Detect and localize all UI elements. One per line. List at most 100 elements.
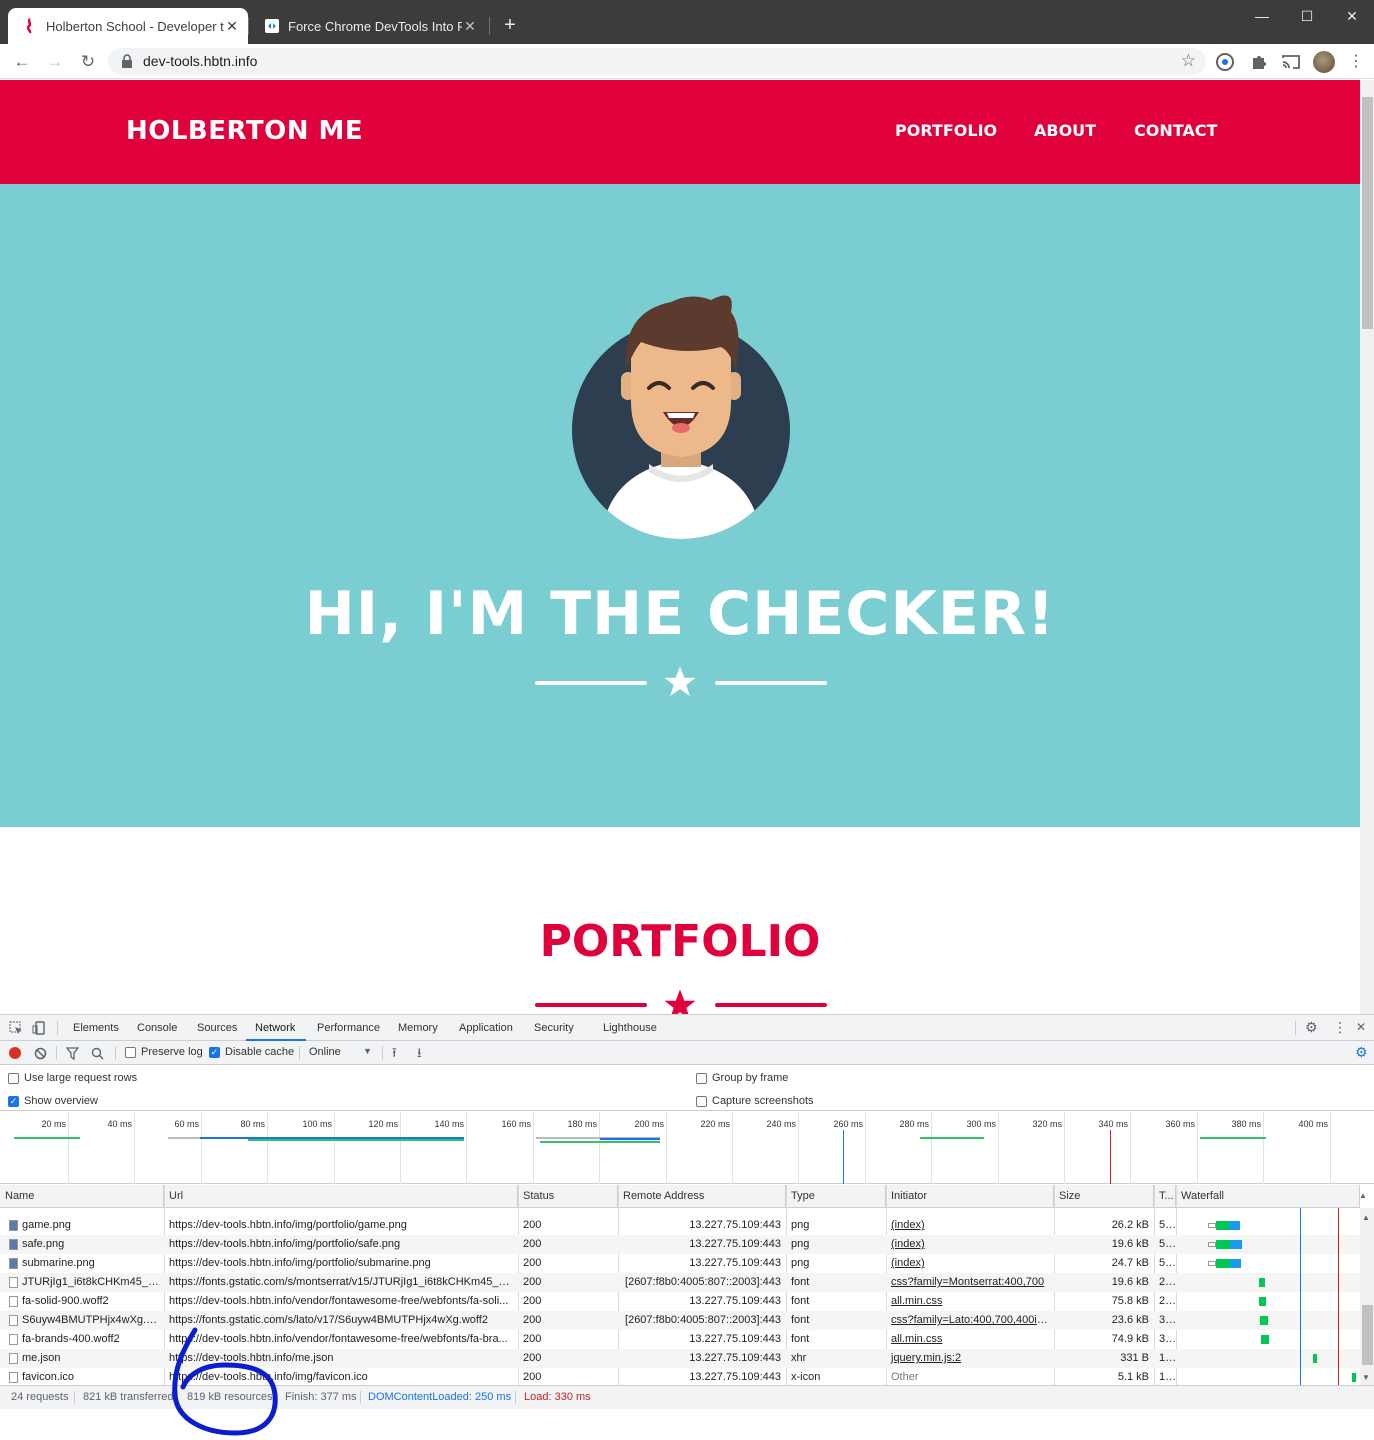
table-row[interactable]: safe.png https://dev-tools.hbtn.info/img/… bbox=[0, 1235, 1360, 1254]
search-icon[interactable] bbox=[91, 1047, 104, 1060]
inspect-element-icon[interactable] bbox=[9, 1021, 23, 1035]
column-header-waterfall[interactable]: Waterfall bbox=[1176, 1185, 1360, 1208]
table-row[interactable]: game.png https://dev-tools.hbtn.info/img/… bbox=[0, 1216, 1360, 1235]
tab-title: Force Chrome DevTools Into Print Mode bbox=[288, 18, 462, 34]
tab-memory[interactable]: Memory bbox=[398, 1022, 438, 1034]
settings-gear-icon[interactable]: ⚙ bbox=[1305, 1019, 1318, 1036]
capture-screenshots-checkbox[interactable]: Capture screenshots bbox=[696, 1095, 814, 1107]
column-header-url[interactable]: Url bbox=[164, 1185, 518, 1208]
close-window-button[interactable]: ✕ bbox=[1330, 4, 1374, 28]
sort-ascending-icon[interactable]: ▲ bbox=[1359, 1191, 1367, 1200]
column-header-name[interactable]: Name bbox=[0, 1185, 164, 1208]
cell-initiator[interactable]: all.min.css bbox=[886, 1330, 1054, 1349]
puzzle-extensions-icon[interactable] bbox=[1249, 52, 1269, 72]
cell-remote: 13.227.75.109:443 bbox=[689, 1238, 781, 1250]
table-row[interactable]: S6uyw4BMUTPHjx4wXg.wo... https://fonts.gs… bbox=[0, 1311, 1360, 1330]
forward-icon[interactable]: → bbox=[43, 50, 67, 74]
network-settings-icon[interactable]: ⚙ bbox=[1355, 1044, 1368, 1061]
overview-gridline bbox=[533, 1112, 534, 1184]
cell-initiator[interactable]: (index) bbox=[886, 1254, 1054, 1273]
group-by-frame-checkbox[interactable]: Group by frame bbox=[696, 1072, 788, 1084]
profile-avatar[interactable] bbox=[1313, 51, 1335, 73]
large-rows-checkbox[interactable]: Use large request rows bbox=[8, 1072, 137, 1084]
checkbox-box[interactable] bbox=[696, 1095, 707, 1107]
column-header-size[interactable]: Size bbox=[1054, 1185, 1154, 1208]
address-bar[interactable]: dev-tools.hbtn.info ☆ bbox=[108, 48, 1206, 75]
chevron-down-icon[interactable]: ▼ bbox=[363, 1046, 372, 1056]
waterfall-queue bbox=[1208, 1261, 1216, 1266]
tab-sources[interactable]: Sources bbox=[197, 1022, 237, 1034]
tab-application[interactable]: Application bbox=[459, 1022, 513, 1034]
tab-holberton[interactable]: Holberton School - Developer tools ✕ bbox=[8, 8, 248, 44]
filter-icon[interactable] bbox=[66, 1047, 79, 1060]
table-row[interactable]: fa-brands-400.woff2 https://dev-tools.hbt… bbox=[0, 1330, 1360, 1349]
tab-lighthouse[interactable]: Lighthouse bbox=[603, 1022, 657, 1034]
table-row[interactable]: submarine.png https://dev-tools.hbtn.info… bbox=[0, 1254, 1360, 1273]
import-har-icon[interactable]: ⭱ bbox=[392, 1044, 397, 1066]
column-header-time[interactable]: T... bbox=[1154, 1185, 1176, 1208]
scroll-up-arrow-icon[interactable]: ▲ bbox=[1362, 1213, 1370, 1222]
clear-icon[interactable] bbox=[34, 1047, 47, 1060]
checkbox-box[interactable] bbox=[8, 1072, 19, 1084]
tab-network[interactable]: Network bbox=[255, 1022, 295, 1034]
column-header-remote[interactable]: Remote Address bbox=[618, 1185, 786, 1208]
scroll-down-arrow-icon[interactable]: ▼ bbox=[1362, 1373, 1370, 1382]
record-icon[interactable] bbox=[9, 1047, 21, 1059]
nav-portfolio[interactable]: PORTFOLIO bbox=[895, 121, 997, 140]
dom-content-loaded-line bbox=[1300, 1208, 1301, 1385]
device-toolbar-icon[interactable] bbox=[32, 1021, 46, 1035]
preserve-log-checkbox[interactable]: Preserve log bbox=[125, 1046, 203, 1058]
close-tab-icon[interactable]: ✕ bbox=[462, 18, 478, 35]
tab-elements[interactable]: Elements bbox=[73, 1022, 119, 1034]
new-tab-button[interactable]: + bbox=[499, 14, 521, 36]
column-header-type[interactable]: Type bbox=[786, 1185, 886, 1208]
cell-initiator[interactable]: jquery.min.js:2 bbox=[886, 1349, 1054, 1368]
checkbox-box-checked[interactable]: ✓ bbox=[8, 1095, 19, 1107]
page-scrollbar-thumb[interactable] bbox=[1362, 97, 1373, 329]
cell-initiator[interactable]: css?family=Montserrat:400,700 bbox=[886, 1273, 1054, 1292]
back-icon[interactable]: ← bbox=[10, 50, 34, 74]
cell-initiator[interactable]: css?family=Lato:400,700,400ital... bbox=[886, 1311, 1054, 1330]
export-har-icon[interactable]: ⭳ bbox=[417, 1044, 422, 1066]
tab-performance[interactable]: Performance bbox=[317, 1022, 380, 1034]
table-row[interactable]: JTURjIg1_i6t8kCHKm45_dJ... https://fonts.… bbox=[0, 1273, 1360, 1292]
cell-initiator[interactable]: (index) bbox=[886, 1216, 1054, 1235]
tab-force-devtools[interactable]: Force Chrome DevTools Into Print Mode ✕ bbox=[250, 8, 486, 44]
table-scrollbar-thumb[interactable] bbox=[1362, 1305, 1373, 1365]
cell-size: 23.6 kB bbox=[1111, 1314, 1149, 1326]
close-devtools-icon[interactable]: ✕ bbox=[1356, 1020, 1366, 1034]
overview-tick-label: 80 ms bbox=[240, 1119, 265, 1129]
tab-console[interactable]: Console bbox=[137, 1022, 177, 1034]
column-header-status[interactable]: Status bbox=[518, 1185, 618, 1208]
overview-gridline bbox=[466, 1112, 467, 1184]
minimize-button[interactable]: — bbox=[1240, 4, 1284, 28]
tab-security[interactable]: Security bbox=[534, 1022, 574, 1034]
maximize-button[interactable]: ☐ bbox=[1285, 4, 1329, 28]
overview-tick-label: 160 ms bbox=[501, 1119, 531, 1129]
waterfall-bar bbox=[1313, 1354, 1317, 1363]
checkbox-box[interactable] bbox=[125, 1046, 136, 1058]
nav-contact[interactable]: CONTACT bbox=[1134, 121, 1217, 140]
checkbox-box-checked[interactable]: ✓ bbox=[209, 1046, 220, 1058]
extension-icon[interactable] bbox=[1215, 52, 1235, 72]
cell-initiator[interactable]: all.min.css bbox=[886, 1292, 1054, 1311]
table-row[interactable]: me.json https://dev-tools.hbtn.info/me.js… bbox=[0, 1349, 1360, 1368]
cell-initiator[interactable]: (index) bbox=[886, 1235, 1054, 1254]
disable-cache-checkbox[interactable]: ✓ Disable cache bbox=[209, 1046, 294, 1058]
chrome-menu-icon[interactable]: ⋮ bbox=[1344, 50, 1368, 74]
network-overview-timeline[interactable]: 20 ms 40 ms 60 ms 80 ms 100 ms 120 ms 140 ms 16… bbox=[0, 1112, 1374, 1184]
show-overview-checkbox[interactable]: ✓ Show overview bbox=[8, 1095, 98, 1107]
column-header-initiator[interactable]: Initiator bbox=[886, 1185, 1054, 1208]
nav-about[interactable]: ABOUT bbox=[1034, 121, 1096, 140]
status-divider bbox=[515, 1391, 516, 1404]
close-tab-icon[interactable]: ✕ bbox=[224, 18, 240, 35]
checkbox-box[interactable] bbox=[696, 1072, 707, 1084]
reload-icon[interactable]: ↻ bbox=[76, 50, 100, 74]
table-row[interactable]: fa-solid-900.woff2 https://dev-tools.hbtn… bbox=[0, 1292, 1360, 1311]
site-brand[interactable]: HOLBERTON ME bbox=[126, 116, 363, 146]
cast-icon[interactable] bbox=[1281, 52, 1301, 72]
bookmark-star-icon[interactable]: ☆ bbox=[1181, 51, 1196, 71]
divider-line-left bbox=[535, 681, 647, 685]
throttling-select[interactable]: Online bbox=[309, 1046, 341, 1058]
devtools-menu-icon[interactable]: ⋮ bbox=[1333, 1019, 1347, 1036]
